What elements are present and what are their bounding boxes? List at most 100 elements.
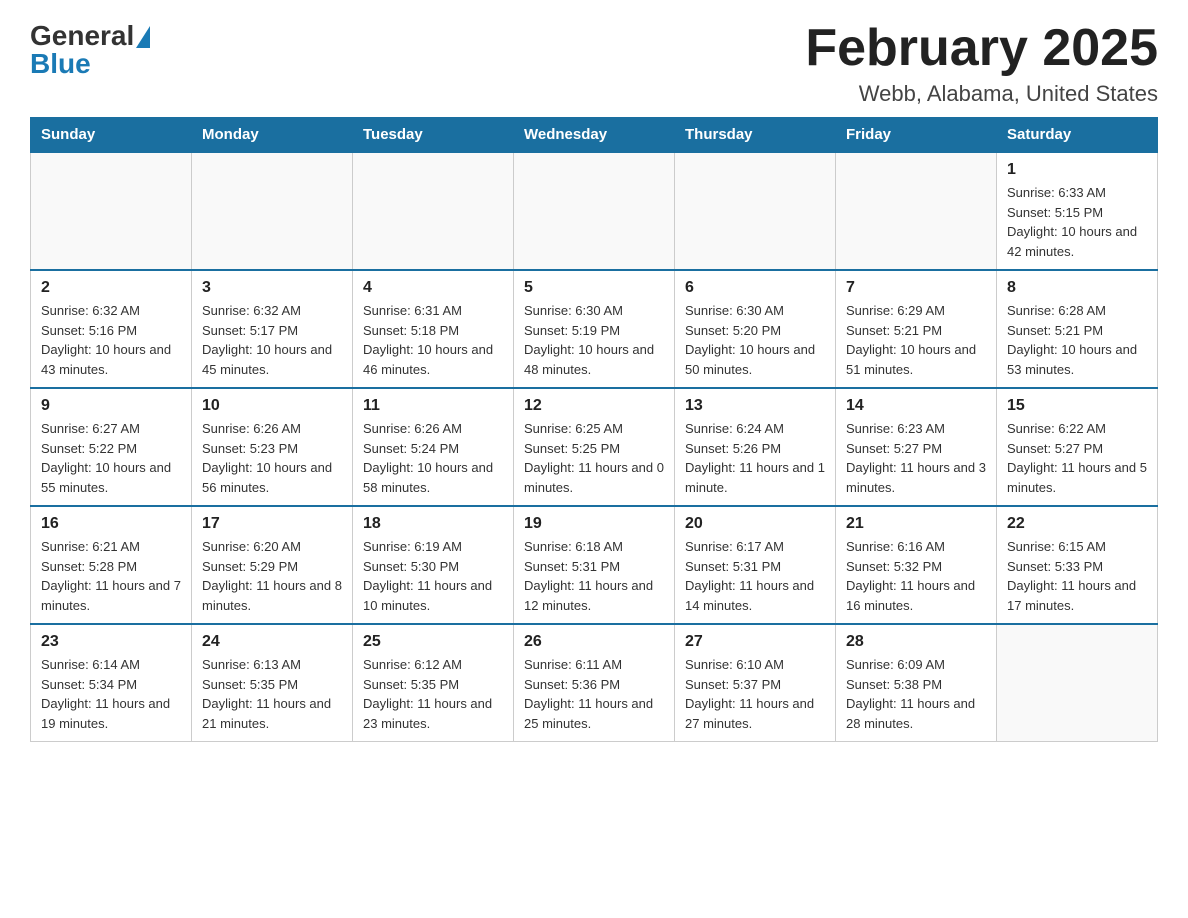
day-info: Sunrise: 6:29 AM Sunset: 5:21 PM Dayligh… <box>846 301 986 379</box>
day-number: 27 <box>685 633 825 651</box>
calendar-week-row: 16 Sunrise: 6:21 AM Sunset: 5:28 PM Dayli… <box>31 506 1158 624</box>
day-number: 24 <box>202 633 342 651</box>
calendar-cell: 5 Sunrise: 6:30 AM Sunset: 5:19 PM Daylig… <box>514 270 675 388</box>
day-info: Sunrise: 6:14 AM Sunset: 5:34 PM Dayligh… <box>41 655 181 733</box>
day-info: Sunrise: 6:10 AM Sunset: 5:37 PM Dayligh… <box>685 655 825 733</box>
calendar-cell: 26 Sunrise: 6:11 AM Sunset: 5:36 PM Dayli… <box>514 624 675 742</box>
day-of-week-header: Wednesday <box>514 118 675 153</box>
calendar-cell: 6 Sunrise: 6:30 AM Sunset: 5:20 PM Daylig… <box>675 270 836 388</box>
day-info: Sunrise: 6:30 AM Sunset: 5:20 PM Dayligh… <box>685 301 825 379</box>
calendar-cell: 20Sunrise: 6:17 AM Sunset: 5:31 PM Dayli… <box>675 506 836 624</box>
day-number: 18 <box>363 515 503 533</box>
day-of-week-header: Friday <box>836 118 997 153</box>
day-info: Sunrise: 6:23 AM Sunset: 5:27 PM Dayligh… <box>846 419 986 497</box>
day-info: Sunrise: 6:09 AM Sunset: 5:38 PM Dayligh… <box>846 655 986 733</box>
day-info: Sunrise: 6:30 AM Sunset: 5:19 PM Dayligh… <box>524 301 664 379</box>
day-number: 23 <box>41 633 181 651</box>
logo-triangle-icon <box>136 26 150 48</box>
day-info: Sunrise: 6:26 AM Sunset: 5:23 PM Dayligh… <box>202 419 342 497</box>
day-info: Sunrise: 6:31 AM Sunset: 5:18 PM Dayligh… <box>363 301 503 379</box>
day-number: 21 <box>846 515 986 533</box>
day-info: Sunrise: 6:24 AM Sunset: 5:26 PM Dayligh… <box>685 419 825 497</box>
day-number: 5 <box>524 279 664 297</box>
calendar-cell: 27 Sunrise: 6:10 AM Sunset: 5:37 PM Dayli… <box>675 624 836 742</box>
calendar-cell <box>353 152 514 270</box>
calendar-cell: 2 Sunrise: 6:32 AM Sunset: 5:16 PM Daylig… <box>31 270 192 388</box>
day-info: Sunrise: 6:15 AM Sunset: 5:33 PM Dayligh… <box>1007 537 1147 615</box>
day-of-week-header: Saturday <box>997 118 1158 153</box>
day-info: Sunrise: 6:18 AM Sunset: 5:31 PM Dayligh… <box>524 537 664 615</box>
calendar-cell: 13 Sunrise: 6:24 AM Sunset: 5:26 PM Dayli… <box>675 388 836 506</box>
day-of-week-header: Monday <box>192 118 353 153</box>
location-subtitle: Webb, Alabama, United States <box>805 81 1158 107</box>
day-info: Sunrise: 6:22 AM Sunset: 5:27 PM Dayligh… <box>1007 419 1147 497</box>
calendar-cell: 7 Sunrise: 6:29 AM Sunset: 5:21 PM Daylig… <box>836 270 997 388</box>
logo-blue-text: Blue <box>30 48 91 80</box>
day-of-week-header: Tuesday <box>353 118 514 153</box>
calendar-cell <box>997 624 1158 742</box>
day-number: 2 <box>41 279 181 297</box>
day-info: Sunrise: 6:32 AM Sunset: 5:17 PM Dayligh… <box>202 301 342 379</box>
day-number: 9 <box>41 397 181 415</box>
calendar-cell: 3 Sunrise: 6:32 AM Sunset: 5:17 PM Daylig… <box>192 270 353 388</box>
calendar-week-row: 2 Sunrise: 6:32 AM Sunset: 5:16 PM Daylig… <box>31 270 1158 388</box>
day-info: Sunrise: 6:32 AM Sunset: 5:16 PM Dayligh… <box>41 301 181 379</box>
calendar-cell: 12 Sunrise: 6:25 AM Sunset: 5:25 PM Dayli… <box>514 388 675 506</box>
calendar-table: SundayMondayTuesdayWednesdayThursdayFrid… <box>30 117 1158 742</box>
day-info: Sunrise: 6:25 AM Sunset: 5:25 PM Dayligh… <box>524 419 664 497</box>
calendar-week-row: 9 Sunrise: 6:27 AM Sunset: 5:22 PM Daylig… <box>31 388 1158 506</box>
day-number: 14 <box>846 397 986 415</box>
day-number: 25 <box>363 633 503 651</box>
day-number: 8 <box>1007 279 1147 297</box>
day-number: 16 <box>41 515 181 533</box>
day-number: 28 <box>846 633 986 651</box>
calendar-cell: 23 Sunrise: 6:14 AM Sunset: 5:34 PM Dayli… <box>31 624 192 742</box>
day-number: 4 <box>363 279 503 297</box>
calendar-cell: 18Sunrise: 6:19 AM Sunset: 5:30 PM Dayli… <box>353 506 514 624</box>
day-number: 22 <box>1007 515 1147 533</box>
day-info: Sunrise: 6:21 AM Sunset: 5:28 PM Dayligh… <box>41 537 181 615</box>
calendar-cell: 28 Sunrise: 6:09 AM Sunset: 5:38 PM Dayli… <box>836 624 997 742</box>
calendar-cell: 14 Sunrise: 6:23 AM Sunset: 5:27 PM Dayli… <box>836 388 997 506</box>
day-info: Sunrise: 6:13 AM Sunset: 5:35 PM Dayligh… <box>202 655 342 733</box>
day-info: Sunrise: 6:20 AM Sunset: 5:29 PM Dayligh… <box>202 537 342 615</box>
calendar-cell: 15 Sunrise: 6:22 AM Sunset: 5:27 PM Dayli… <box>997 388 1158 506</box>
calendar-cell: 11Sunrise: 6:26 AM Sunset: 5:24 PM Dayli… <box>353 388 514 506</box>
day-number: 12 <box>524 397 664 415</box>
day-number: 20 <box>685 515 825 533</box>
day-number: 13 <box>685 397 825 415</box>
day-info: Sunrise: 6:12 AM Sunset: 5:35 PM Dayligh… <box>363 655 503 733</box>
calendar-cell: 22 Sunrise: 6:15 AM Sunset: 5:33 PM Dayli… <box>997 506 1158 624</box>
day-info: Sunrise: 6:33 AM Sunset: 5:15 PM Dayligh… <box>1007 183 1147 261</box>
day-number: 1 <box>1007 161 1147 179</box>
day-number: 3 <box>202 279 342 297</box>
day-number: 10 <box>202 397 342 415</box>
day-number: 6 <box>685 279 825 297</box>
day-info: Sunrise: 6:28 AM Sunset: 5:21 PM Dayligh… <box>1007 301 1147 379</box>
month-title: February 2025 <box>805 20 1158 77</box>
calendar-cell <box>192 152 353 270</box>
day-number: 17 <box>202 515 342 533</box>
calendar-cell <box>836 152 997 270</box>
calendar-cell: 24 Sunrise: 6:13 AM Sunset: 5:35 PM Dayli… <box>192 624 353 742</box>
calendar-week-row: 1 Sunrise: 6:33 AM Sunset: 5:15 PM Daylig… <box>31 152 1158 270</box>
day-number: 7 <box>846 279 986 297</box>
day-of-week-header: Sunday <box>31 118 192 153</box>
calendar-cell <box>31 152 192 270</box>
calendar-cell: 25 Sunrise: 6:12 AM Sunset: 5:35 PM Dayli… <box>353 624 514 742</box>
day-info: Sunrise: 6:26 AM Sunset: 5:24 PM Dayligh… <box>363 419 503 497</box>
day-info: Sunrise: 6:27 AM Sunset: 5:22 PM Dayligh… <box>41 419 181 497</box>
calendar-week-row: 23 Sunrise: 6:14 AM Sunset: 5:34 PM Dayli… <box>31 624 1158 742</box>
day-number: 15 <box>1007 397 1147 415</box>
calendar-cell: 4 Sunrise: 6:31 AM Sunset: 5:18 PM Daylig… <box>353 270 514 388</box>
day-of-week-header: Thursday <box>675 118 836 153</box>
day-number: 19 <box>524 515 664 533</box>
calendar-cell: 8 Sunrise: 6:28 AM Sunset: 5:21 PM Daylig… <box>997 270 1158 388</box>
calendar-cell: 9 Sunrise: 6:27 AM Sunset: 5:22 PM Daylig… <box>31 388 192 506</box>
day-number: 26 <box>524 633 664 651</box>
calendar-cell: 10 Sunrise: 6:26 AM Sunset: 5:23 PM Dayli… <box>192 388 353 506</box>
day-info: Sunrise: 6:11 AM Sunset: 5:36 PM Dayligh… <box>524 655 664 733</box>
calendar-cell: 19 Sunrise: 6:18 AM Sunset: 5:31 PM Dayli… <box>514 506 675 624</box>
calendar-cell <box>514 152 675 270</box>
calendar-header-row: SundayMondayTuesdayWednesdayThursdayFrid… <box>31 118 1158 153</box>
